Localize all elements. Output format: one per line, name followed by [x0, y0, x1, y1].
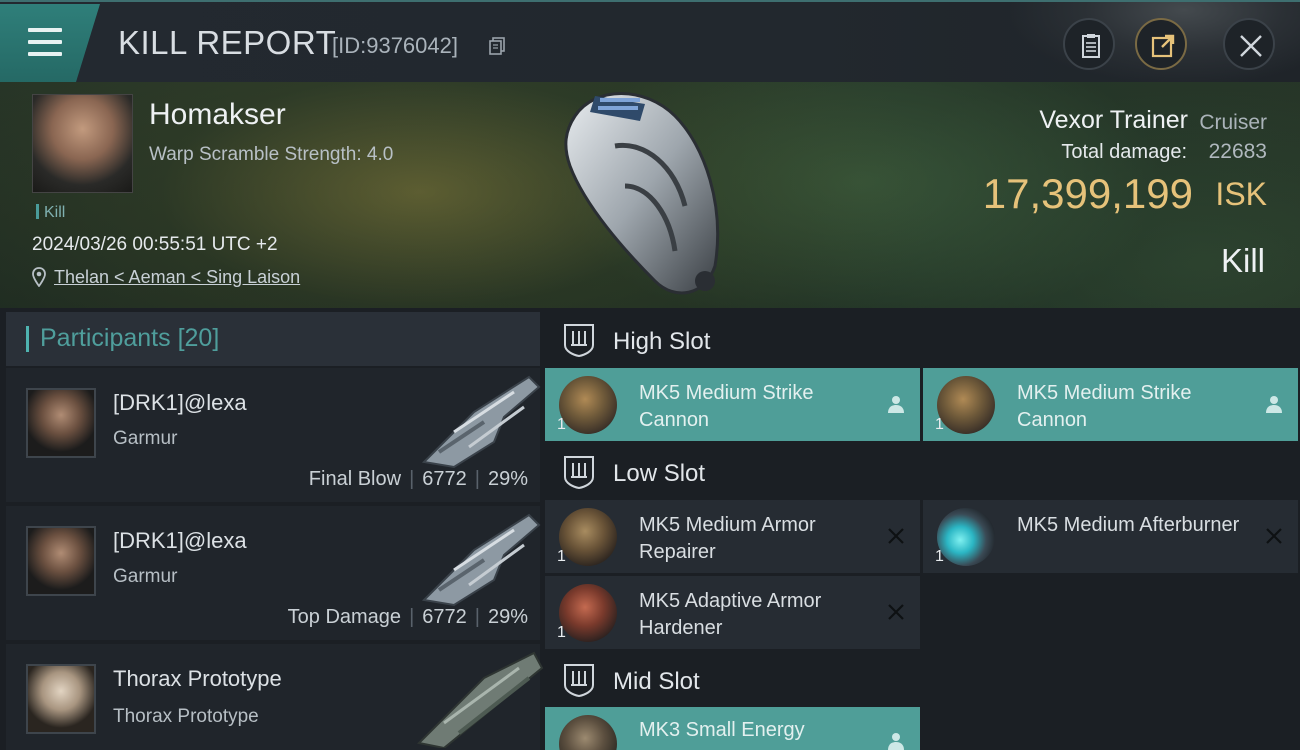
high-slot-title: High Slot [613, 328, 711, 355]
participant-name: Thorax Prototype [113, 666, 282, 691]
ship-name: Vexor Trainer [1039, 106, 1188, 134]
close-icon [1240, 35, 1262, 57]
module-name: MK3 Small Energy [639, 719, 805, 741]
x-icon [888, 604, 904, 620]
participant-stats: Top Damage | 6772 | 29% [287, 606, 528, 628]
module-item[interactable]: 1 MK5 Medium Strike Cannon [545, 368, 920, 441]
mid-slot-header: Mid Slot [545, 650, 1300, 710]
module-name: MK5 Medium Afterburner [1017, 514, 1240, 536]
location-link[interactable]: Thelan < Aeman < Sing Laison [54, 267, 300, 288]
participants-header: Participants [20] [6, 312, 540, 366]
armor-repairer-icon [559, 508, 617, 566]
menu-button[interactable] [0, 4, 100, 82]
clipboard-button[interactable] [1063, 18, 1115, 70]
kill-result: Kill [1220, 242, 1265, 279]
module-name: MK5 Medium Strike Cannon [1017, 382, 1192, 431]
participant-avatar[interactable] [26, 388, 96, 458]
pilot-icon [888, 733, 904, 750]
x-icon [1266, 528, 1282, 544]
kill-summary: Homakser Warp Scramble Strength: 4.0 Kil… [0, 82, 1300, 308]
close-button[interactable] [1223, 18, 1275, 70]
total-damage-label: Total damage: [1061, 141, 1187, 163]
accent-bar [26, 326, 29, 352]
share-icon [1151, 34, 1175, 58]
isk-value: 17,399,199 [982, 170, 1193, 217]
ship-class: Cruiser [1199, 111, 1267, 134]
participant-ship-image [416, 651, 544, 748]
module-name: MK5 Medium Strike Cannon [639, 382, 814, 431]
high-slot-header: High Slot [545, 310, 1300, 370]
x-icon [888, 528, 904, 544]
map-pin-icon [32, 267, 46, 287]
participants-panel: Participants [20] [DRK1]@lexa Garmur Fin… [6, 312, 544, 750]
page-title: KILL REPORT [118, 24, 337, 61]
module-quantity: 1 [557, 416, 566, 433]
slot-rack-icon [564, 456, 594, 489]
participant-stats: Final Blow | 6772 | 29% [308, 468, 528, 490]
participant-row[interactable]: Thorax Prototype Thorax Prototype [6, 644, 544, 750]
module-quantity: 1 [557, 624, 566, 641]
mid-slot-title: Mid Slot [613, 668, 700, 695]
participant-avatar[interactable] [26, 664, 96, 734]
hamburger-icon [28, 28, 62, 56]
participant-ship-image [421, 513, 541, 607]
pilot-icon [1266, 396, 1282, 413]
strike-cannon-icon [937, 376, 995, 434]
afterburner-icon [937, 508, 995, 566]
warp-scramble-strength: Warp Scramble Strength: 4.0 [149, 144, 394, 165]
victim-portrait[interactable] [32, 94, 133, 193]
victim-name[interactable]: Homakser [149, 98, 286, 132]
module-name: MK5 Adaptive Armor Hardener [639, 590, 822, 639]
slot-rack-icon [564, 664, 594, 697]
participant-ship-image [421, 375, 541, 469]
module-quantity: 1 [557, 548, 566, 565]
energy-module-icon [559, 715, 617, 750]
module-item[interactable]: 1 MK5 Adaptive Armor Hardener [545, 576, 920, 649]
low-slot-title: Low Slot [613, 460, 706, 487]
module-quantity: 1 [935, 416, 944, 433]
participant-ship: Garmur [113, 566, 178, 587]
kill-datetime: 2024/03/26 00:55:51 UTC +2 [32, 234, 278, 255]
slot-rack-icon [564, 324, 594, 357]
participant-name: [DRK1]@lexa [113, 390, 247, 415]
participant-row[interactable]: [DRK1]@lexa Garmur Final Blow | 6772 | 29% [6, 368, 541, 502]
title-bar: KILL REPORT [ID:9376042] [0, 0, 1300, 84]
participant-ship: Garmur [113, 428, 178, 449]
copy-icon[interactable] [489, 37, 505, 55]
module-name: MK5 Medium Armor Repairer [639, 514, 816, 563]
kill-tag: Kill [36, 204, 65, 222]
module-item[interactable]: 1 MK5 Medium Strike Cannon [923, 368, 1298, 441]
participant-name: [DRK1]@lexa [113, 528, 247, 553]
participants-title: Participants [20] [40, 324, 220, 352]
total-damage-value: 22683 [1208, 140, 1267, 163]
armor-hardener-icon [559, 584, 617, 642]
pilot-icon [888, 396, 904, 413]
module-item[interactable]: 1 MK5 Medium Afterburner [923, 500, 1298, 573]
low-slot-header: Low Slot [545, 442, 1300, 502]
module-quantity: 1 [935, 548, 944, 565]
fitting-panel: High Slot 1 MK5 Medium Strike Cannon 1 M… [545, 308, 1300, 750]
participant-row[interactable]: [DRK1]@lexa Garmur Top Damage | 6772 | 29% [6, 506, 541, 640]
victim-ship-image[interactable] [555, 86, 745, 301]
participant-ship: Thorax Prototype [113, 706, 259, 727]
isk-unit: ISK [1215, 176, 1267, 212]
module-item[interactable]: 1 MK5 Medium Armor Repairer [545, 500, 920, 573]
participant-avatar[interactable] [26, 526, 96, 596]
module-item[interactable]: MK3 Small Energy [545, 707, 920, 750]
report-id: [ID:9376042] [332, 33, 458, 58]
strike-cannon-icon [559, 376, 617, 434]
share-button[interactable] [1135, 18, 1187, 70]
clipboard-icon [1082, 34, 1100, 58]
